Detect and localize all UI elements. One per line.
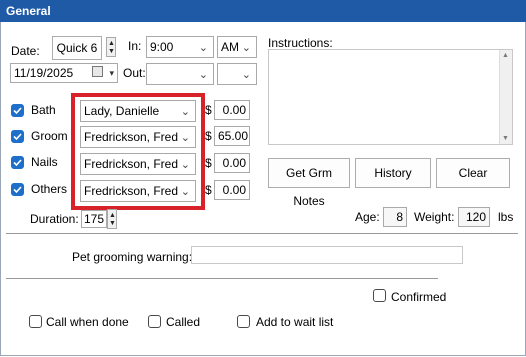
check-icon: [13, 159, 22, 167]
others-currency: $: [205, 183, 212, 197]
spin-up-icon: ▲: [108, 40, 115, 47]
others-groomer-select[interactable]: Fredrickson, Fred ⌄: [80, 180, 196, 202]
duration-label: Duration:: [30, 212, 79, 226]
warning-field[interactable]: [191, 246, 463, 264]
confirmed-label: Confirmed: [391, 290, 447, 304]
nails-checkbox[interactable]: [11, 156, 24, 169]
groom-label: Groom: [31, 129, 68, 143]
date-field[interactable]: 11/19/2025 ▾: [10, 63, 118, 83]
call-when-done-checkbox[interactable]: [29, 315, 42, 328]
called-label: Called: [166, 315, 201, 329]
check-icon: [13, 107, 22, 115]
bath-groomer-select[interactable]: Lady, Danielle ⌄: [80, 100, 196, 122]
caret-down-icon[interactable]: ▾: [109, 64, 114, 82]
weight-label: Weight:: [414, 210, 455, 224]
spin-down-icon: ▼: [108, 48, 115, 55]
chevron-down-icon: ⌄: [180, 159, 190, 171]
called-checkbox[interactable]: [148, 315, 161, 328]
chevron-down-icon: ⌄: [180, 106, 190, 118]
quick-spinner[interactable]: ▲ ▼: [106, 37, 116, 57]
date-label: Date:: [11, 44, 40, 58]
out-ampm-select[interactable]: ⌄: [217, 63, 257, 85]
nails-currency: $: [205, 156, 212, 170]
groom-amount-field[interactable]: 65.00: [214, 126, 250, 146]
nails-groomer-select[interactable]: Fredrickson, Fred ⌄: [80, 153, 196, 175]
nails-label: Nails: [31, 155, 58, 169]
get-grm-notes-button[interactable]: Get Grm Notes: [268, 158, 350, 208]
others-checkbox[interactable]: [11, 183, 24, 196]
weight-unit: lbs: [498, 210, 514, 224]
bath-groomer-value: Lady, Danielle: [84, 104, 160, 118]
bath-amount-field[interactable]: 0.00: [214, 100, 250, 120]
divider: [6, 233, 518, 234]
scroll-up-icon[interactable]: ▲: [502, 52, 509, 59]
duration-field[interactable]: 175: [81, 210, 107, 228]
history-button[interactable]: History: [355, 158, 431, 188]
groom-groomer-value: Fredrickson, Fred: [84, 130, 179, 144]
others-groomer-value: Fredrickson, Fred: [84, 184, 179, 198]
clear-button[interactable]: Clear: [436, 158, 510, 188]
bath-checkbox[interactable]: [11, 104, 24, 117]
scroll-down-icon[interactable]: ▼: [502, 135, 509, 142]
bath-label: Bath: [31, 103, 56, 117]
title-bar: General: [0, 0, 526, 24]
in-time-value: 9:00: [150, 40, 174, 54]
duration-spinner[interactable]: ▲ ▼: [107, 209, 117, 229]
instructions-textarea[interactable]: ▲ ▼: [268, 49, 513, 145]
age-field: 8: [383, 207, 407, 227]
divider: [6, 278, 438, 279]
out-time-select[interactable]: ⌄: [146, 63, 214, 85]
warning-label: Pet grooming warning:: [72, 250, 193, 264]
in-ampm-select[interactable]: AM ⌄: [217, 36, 257, 58]
date-value: 11/19/2025: [14, 66, 74, 80]
groom-currency: $: [205, 129, 212, 143]
instructions-scrollbar[interactable]: ▲ ▼: [499, 50, 512, 144]
chevron-down-icon: ⌄: [241, 42, 251, 54]
others-label: Others: [31, 182, 68, 196]
in-ampm-value: AM: [221, 40, 239, 54]
out-label: Out:: [123, 66, 146, 80]
weight-field: 120: [458, 207, 490, 227]
age-label: Age:: [355, 210, 380, 224]
chevron-down-icon: ⌄: [180, 186, 190, 198]
bath-currency: $: [205, 103, 212, 117]
check-icon: [13, 133, 22, 141]
nails-amount-field[interactable]: 0.00: [214, 153, 250, 173]
window-title: General: [6, 4, 51, 18]
add-to-wait-list-label: Add to wait list: [256, 315, 334, 329]
quick-button[interactable]: Quick 6: [52, 36, 102, 60]
chevron-down-icon: ⌄: [241, 69, 251, 81]
in-time-select[interactable]: 9:00 ⌄: [146, 36, 214, 58]
chevron-down-icon: ⌄: [180, 132, 190, 144]
chevron-down-icon: ⌄: [198, 69, 208, 81]
instructions-label: Instructions:: [268, 36, 333, 50]
check-icon: [13, 186, 22, 194]
in-label: In:: [128, 39, 142, 53]
add-to-wait-list-checkbox[interactable]: [237, 315, 250, 328]
call-when-done-label: Call when done: [46, 315, 129, 329]
chevron-down-icon: ⌄: [198, 42, 208, 54]
calendar-icon[interactable]: [92, 66, 103, 77]
spin-up-icon: ▲: [109, 212, 116, 219]
others-amount-field[interactable]: 0.00: [214, 180, 250, 200]
groom-checkbox[interactable]: [11, 130, 24, 143]
spin-down-icon: ▼: [109, 220, 116, 227]
groom-groomer-select[interactable]: Fredrickson, Fred ⌄: [80, 126, 196, 148]
nails-groomer-value: Fredrickson, Fred: [84, 157, 179, 171]
confirmed-checkbox[interactable]: [373, 289, 386, 302]
